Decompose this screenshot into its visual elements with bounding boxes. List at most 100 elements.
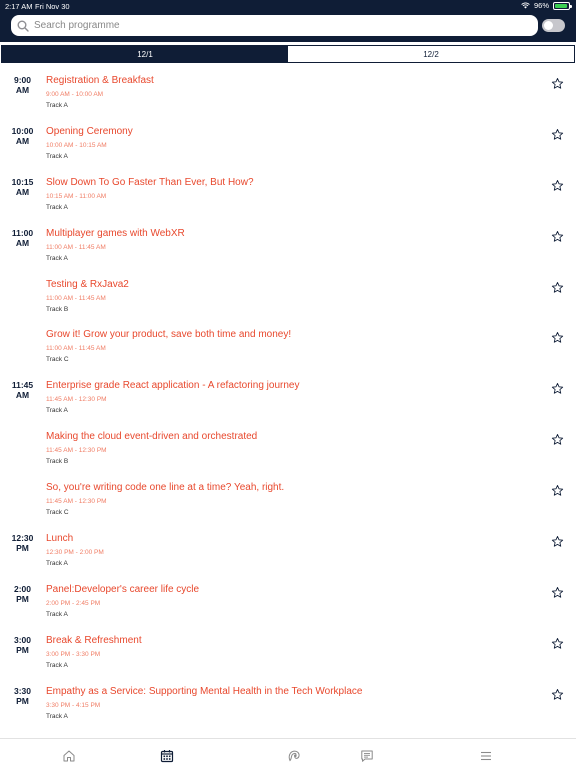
favorite-star-icon[interactable] xyxy=(551,535,564,548)
session-time-range: 3:30 PM - 4:15 PM xyxy=(46,701,101,709)
session-title[interactable]: So, you're writing code one line at a ti… xyxy=(46,482,284,493)
session-title[interactable]: Grow it! Grow your product, save both ti… xyxy=(46,329,291,340)
session-time-hour: 3:00 xyxy=(13,634,31,645)
session-time-range: 12:30 PM - 2:00 PM xyxy=(46,549,104,557)
chat-icon[interactable] xyxy=(360,749,374,763)
session-track: Track A xyxy=(46,661,68,669)
battery-icon xyxy=(553,1,572,10)
session-title[interactable]: Lunch xyxy=(46,533,73,544)
session-list[interactable]: 9:00 AM Registration & Breakfast 9:00 AM - … xyxy=(0,66,576,738)
session-time-period: PM xyxy=(16,543,29,554)
toggle-knob xyxy=(544,21,553,30)
session-row[interactable]: 12:30 PM Lunch 12:30 PM - 2:00 PM Track A xyxy=(0,524,576,575)
session-start-time: 3:30 PM xyxy=(0,686,45,706)
favorite-star-icon[interactable] xyxy=(551,433,564,446)
session-time-range: 11:45 AM - 12:30 PM xyxy=(46,396,107,404)
search-bar[interactable] xyxy=(11,15,538,36)
session-time-hour: 9:00 xyxy=(13,75,31,85)
session-row[interactable]: Grow it! Grow your product, save both ti… xyxy=(0,320,576,371)
session-start-time: 11:00 AM xyxy=(0,228,45,248)
menu-icon[interactable] xyxy=(479,749,493,763)
session-title[interactable]: Multiplayer games with WebXR xyxy=(46,228,185,239)
favorite-star-icon[interactable] xyxy=(551,230,564,243)
session-time-range: 11:00 AM - 11:45 AM xyxy=(46,243,106,251)
search-input[interactable] xyxy=(34,20,538,31)
session-title[interactable]: Opening Ceremony xyxy=(46,126,133,137)
session-row[interactable]: Making the cloud event-driven and orches… xyxy=(0,422,576,473)
session-title[interactable]: Registration & Breakfast xyxy=(46,75,154,86)
session-title[interactable]: Panel:Developer's career life cycle xyxy=(46,584,199,595)
session-time-range: 11:45 AM - 12:30 PM xyxy=(46,498,107,506)
session-title[interactable]: Testing & RxJava2 xyxy=(46,279,129,290)
session-time-hour: 2:00 xyxy=(13,583,31,594)
favorite-star-icon[interactable] xyxy=(551,77,564,90)
session-time-period: AM xyxy=(15,186,30,197)
session-start-time: 2:00 PM xyxy=(0,584,45,604)
session-time-range: 11:00 AM - 11:45 AM xyxy=(46,345,106,353)
session-track: Track A xyxy=(46,254,68,262)
favorite-star-icon[interactable] xyxy=(551,586,564,599)
session-time-period: PM xyxy=(16,695,29,706)
favorite-star-icon[interactable] xyxy=(551,382,564,395)
favorite-star-icon[interactable] xyxy=(551,688,564,701)
session-time-period: AM xyxy=(15,135,30,146)
session-track: Track B xyxy=(46,305,69,313)
session-title[interactable]: Break & Refreshment xyxy=(46,635,142,646)
speakers-icon[interactable] xyxy=(287,749,301,763)
session-start-time: 12:30 PM xyxy=(0,533,45,553)
session-time-period: PM xyxy=(16,644,29,655)
favorite-star-icon[interactable] xyxy=(551,637,564,650)
search-icon xyxy=(17,20,29,32)
session-row[interactable]: So, you're writing code one line at a ti… xyxy=(0,473,576,524)
tab-day-1[interactable]: 12/1 xyxy=(2,46,288,62)
home-icon[interactable] xyxy=(62,749,76,763)
top-header: 2:17 AM Fri Nov 30 96% xyxy=(0,0,576,42)
session-track: Track B xyxy=(46,458,69,466)
toggle-switch[interactable] xyxy=(542,19,565,32)
session-time-range: 11:00 AM - 11:45 AM xyxy=(46,294,106,302)
bottom-nav xyxy=(0,738,576,768)
session-track: Track A xyxy=(46,560,68,568)
session-start-time: 10:15 AM xyxy=(0,177,45,197)
session-time-hour: 10:15 xyxy=(11,176,34,187)
date-tabs: 12/1 12/2 xyxy=(1,45,575,63)
tab-day-2[interactable]: 12/2 xyxy=(288,46,574,62)
session-start-time: 9:00 AM xyxy=(0,75,45,95)
session-track: Track A xyxy=(46,203,68,211)
session-time-range: 10:00 AM - 10:15 AM xyxy=(46,141,107,149)
calendar-icon[interactable] xyxy=(160,749,174,763)
status-date: Fri Nov 30 xyxy=(35,2,70,11)
session-time-period: PM xyxy=(16,593,29,604)
session-title[interactable]: Empathy as a Service: Supporting Mental … xyxy=(46,686,362,697)
session-title[interactable]: Making the cloud event-driven and orches… xyxy=(46,431,257,442)
session-row[interactable]: 2:00 PM Panel:Developer's career life cycl… xyxy=(0,575,576,626)
session-row[interactable]: 3:00 PM Break & Refreshment 3:00 PM - 3:30 … xyxy=(0,626,576,677)
favorite-star-icon[interactable] xyxy=(551,331,564,344)
session-start-time: 11:45 AM xyxy=(0,380,45,400)
favorite-star-icon[interactable] xyxy=(551,281,564,294)
session-time-hour: 11:00 xyxy=(11,227,34,238)
session-time-range: 11:45 AM - 12:30 PM xyxy=(46,447,107,455)
session-title[interactable]: Slow Down To Go Faster Than Ever, But Ho… xyxy=(46,177,254,188)
session-row[interactable]: 9:00 AM Registration & Breakfast 9:00 AM - … xyxy=(0,66,576,117)
session-row[interactable]: 11:00 AM Multiplayer games with WebXR 11:00… xyxy=(0,219,576,270)
session-track: Track A xyxy=(46,102,68,109)
session-time-range: 10:15 AM - 11:00 AM xyxy=(46,192,107,200)
session-track: Track A xyxy=(46,610,68,618)
session-row[interactable]: 3:30 PM Empathy as a Service: Supporting M… xyxy=(0,677,576,728)
session-row[interactable]: Testing & RxJava2 11:00 AM - 11:45 AM Trac… xyxy=(0,270,576,321)
session-start-time: 10:00 AM xyxy=(0,126,45,146)
session-row[interactable]: 10:00 AM Opening Ceremony 10:00 AM - 10:15 … xyxy=(0,117,576,168)
session-start-time: 3:00 PM xyxy=(0,635,45,655)
session-row[interactable]: 11:45 AM Enterprise grade React applicatio… xyxy=(0,371,576,422)
session-row[interactable]: 10:15 AM Slow Down To Go Faster Than Ever,… xyxy=(0,168,576,219)
status-time: 2:17 AM xyxy=(5,2,33,11)
favorite-star-icon[interactable] xyxy=(551,484,564,497)
session-title[interactable]: Enterprise grade React application - A r… xyxy=(46,380,299,391)
favorite-star-icon[interactable] xyxy=(551,128,564,141)
wifi-icon xyxy=(521,2,530,9)
session-track: Track C xyxy=(46,356,69,364)
session-track: Track C xyxy=(46,509,69,517)
favorite-star-icon[interactable] xyxy=(551,179,564,192)
session-time-period: AM xyxy=(15,390,30,401)
